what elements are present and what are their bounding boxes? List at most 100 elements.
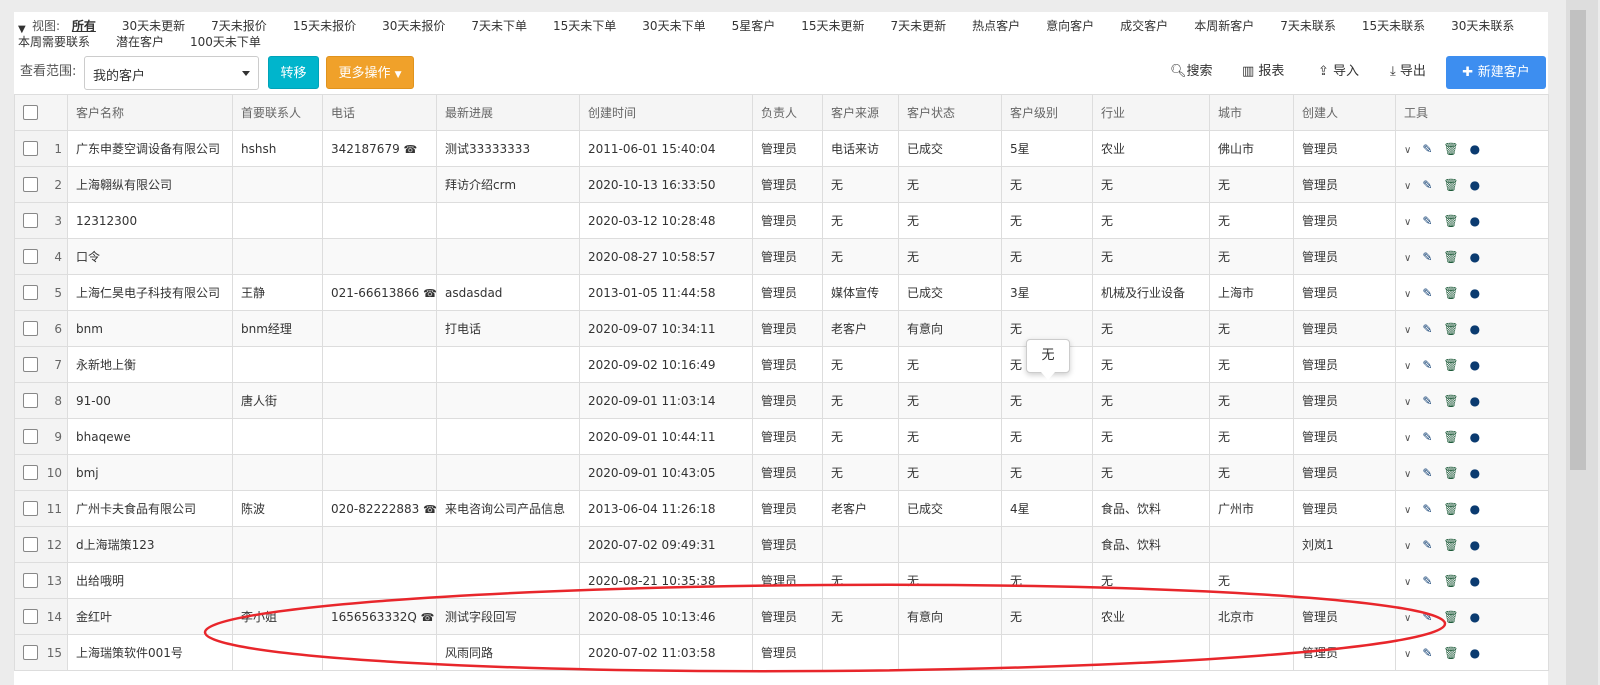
- cell[interactable]: 金红叶: [67, 598, 233, 635]
- cell[interactable]: bmj: [67, 454, 233, 491]
- cell[interactable]: 上海瑞策软件001号: [67, 634, 233, 671]
- new-customer-button[interactable]: ✚ 新建客户: [1446, 56, 1546, 89]
- comment-icon[interactable]: ●: [1470, 178, 1480, 192]
- comment-icon[interactable]: ●: [1470, 358, 1480, 372]
- cell[interactable]: 广东申菱空调设备有限公司: [67, 130, 233, 167]
- comment-icon[interactable]: ●: [1470, 286, 1480, 300]
- table-row[interactable]: 13 出给哦明 2020-08-21 10:35:38 管理员 无 无 无 无 无 ∨ ✎ 🗑︎ ●: [14, 562, 1549, 599]
- cell[interactable]: d上海瑞策123: [67, 526, 233, 563]
- view-item[interactable]: 7天未报价: [211, 19, 267, 33]
- trash-icon[interactable]: 🗑︎: [1443, 214, 1458, 228]
- column-header[interactable]: 创建人: [1293, 94, 1396, 131]
- report-button[interactable]: ▥ 报表: [1242, 62, 1284, 82]
- comment-icon[interactable]: ●: [1470, 538, 1480, 552]
- edit-icon[interactable]: ✎: [1422, 610, 1432, 624]
- chevron-down-icon[interactable]: ∨: [1404, 361, 1411, 372]
- row-checkbox[interactable]: [23, 141, 38, 156]
- table-row[interactable]: 10 bmj 2020-09-01 10:43:05 管理员 无 无 无 无 无 管理员 ∨ ✎ 🗑︎ ●: [14, 454, 1549, 491]
- row-checkbox[interactable]: [23, 573, 38, 588]
- table-row[interactable]: 11 广州卡夫食品有限公司 陈波 020-82222883 ☎︎ 来电咨询公司产品信息 2…: [14, 490, 1549, 527]
- chevron-down-icon[interactable]: ∨: [1404, 325, 1411, 336]
- row-checkbox[interactable]: [23, 609, 38, 624]
- view-item[interactable]: 7天未下单: [471, 19, 527, 33]
- view-item[interactable]: 15天未报价: [293, 19, 356, 33]
- table-row[interactable]: 1 广东申菱空调设备有限公司 hshsh 342187679 ☎︎ 测试33333333…: [14, 130, 1549, 167]
- view-item[interactable]: 7天未更新: [891, 19, 947, 33]
- comment-icon[interactable]: ●: [1470, 646, 1480, 660]
- edit-icon[interactable]: ✎: [1422, 286, 1432, 300]
- view-item[interactable]: 30天未联系: [1451, 19, 1514, 33]
- column-header[interactable]: 电话: [322, 94, 437, 131]
- edit-icon[interactable]: ✎: [1422, 538, 1432, 552]
- edit-icon[interactable]: ✎: [1422, 214, 1432, 228]
- comment-icon[interactable]: ●: [1470, 250, 1480, 264]
- edit-icon[interactable]: ✎: [1422, 250, 1432, 264]
- chevron-down-icon[interactable]: ∨: [1404, 541, 1411, 552]
- table-row[interactable]: 9 bhaqewe 2020-09-01 10:44:11 管理员 无 无 无 无 无 管理员 ∨ ✎…: [14, 418, 1549, 455]
- edit-icon[interactable]: ✎: [1422, 466, 1432, 480]
- trash-icon[interactable]: 🗑︎: [1443, 394, 1458, 408]
- transfer-button[interactable]: 转移: [268, 56, 319, 89]
- column-header[interactable]: 客户名称: [67, 94, 233, 131]
- trash-icon[interactable]: 🗑︎: [1443, 430, 1458, 444]
- comment-icon[interactable]: ●: [1470, 466, 1480, 480]
- edit-icon[interactable]: ✎: [1422, 142, 1432, 156]
- comment-icon[interactable]: ●: [1470, 142, 1480, 156]
- edit-icon[interactable]: ✎: [1422, 394, 1432, 408]
- import-button[interactable]: ⇪ 导入: [1318, 62, 1359, 82]
- view-item[interactable]: 本周新客户: [1194, 19, 1254, 33]
- phone-icon[interactable]: ☎︎: [423, 503, 435, 516]
- chevron-down-icon[interactable]: ∨: [1404, 649, 1411, 660]
- table-row[interactable]: 8 91-00 唐人街 2020-09-01 11:03:14 管理员 无 无 无 无 无 管理员 ∨…: [14, 382, 1549, 419]
- cell[interactable]: 永新地上衡: [67, 346, 233, 383]
- cell[interactable]: 出给哦明: [67, 562, 233, 599]
- view-item[interactable]: 所有: [72, 19, 96, 33]
- comment-icon[interactable]: ●: [1470, 430, 1480, 444]
- chevron-down-icon[interactable]: ∨: [1404, 145, 1411, 156]
- cell[interactable]: 91-00: [67, 382, 233, 419]
- view-item[interactable]: 热点客户: [972, 19, 1020, 33]
- scrollbar-thumb[interactable]: [1570, 10, 1586, 470]
- row-checkbox[interactable]: [23, 177, 38, 192]
- column-header[interactable]: 负责人: [752, 94, 823, 131]
- view-item[interactable]: 15天未下单: [553, 19, 616, 33]
- table-row[interactable]: 5 上海仁昊电子科技有限公司 王静 021-66613866 ☎︎ asdasdad 20…: [14, 274, 1549, 311]
- column-header[interactable]: 客户来源: [822, 94, 899, 131]
- comment-icon[interactable]: ●: [1470, 574, 1480, 588]
- cell[interactable]: bhaqewe: [67, 418, 233, 455]
- chevron-down-icon[interactable]: ∨: [1404, 469, 1411, 480]
- cell[interactable]: 广州卡夫食品有限公司: [67, 490, 233, 527]
- chevron-down-icon[interactable]: ∨: [1404, 181, 1411, 192]
- edit-icon[interactable]: ✎: [1422, 178, 1432, 192]
- chevron-down-icon[interactable]: ∨: [1404, 397, 1411, 408]
- trash-icon[interactable]: 🗑︎: [1443, 358, 1458, 372]
- edit-icon[interactable]: ✎: [1422, 502, 1432, 516]
- comment-icon[interactable]: ●: [1470, 394, 1480, 408]
- trash-icon[interactable]: 🗑︎: [1443, 322, 1458, 336]
- edit-icon[interactable]: ✎: [1422, 322, 1432, 336]
- trash-icon[interactable]: 🗑︎: [1443, 574, 1458, 588]
- chevron-down-icon[interactable]: ∨: [1404, 289, 1411, 300]
- search-button[interactable]: 🔍︎搜索: [1170, 62, 1213, 82]
- table-row[interactable]: 14 金红叶 李小姐 1656563332Q ☎︎ 测试字段回写 2020-08-05 1…: [14, 598, 1549, 635]
- table-row[interactable]: 12 d上海瑞策123 2020-07-02 09:49:31 管理员 食品、饮料 刘岚1…: [14, 526, 1549, 563]
- row-checkbox[interactable]: [23, 501, 38, 516]
- phone-icon[interactable]: ☎︎: [404, 143, 418, 156]
- row-checkbox[interactable]: [23, 249, 38, 264]
- view-item[interactable]: 意向客户: [1046, 19, 1094, 33]
- cell[interactable]: 口令: [67, 238, 233, 275]
- column-header[interactable]: 客户状态: [898, 94, 1002, 131]
- trash-icon[interactable]: 🗑︎: [1443, 142, 1458, 156]
- view-item[interactable]: 30天未下单: [642, 19, 705, 33]
- more-actions-button[interactable]: 更多操作 ▼: [326, 56, 414, 89]
- view-item[interactable]: 30天未报价: [382, 19, 445, 33]
- select-all-checkbox[interactable]: [23, 105, 38, 120]
- edit-icon[interactable]: ✎: [1422, 646, 1432, 660]
- cell[interactable]: 12312300: [67, 202, 233, 239]
- column-header[interactable]: 客户级别: [1001, 94, 1093, 131]
- chevron-down-icon[interactable]: ∨: [1404, 577, 1411, 588]
- chevron-down-icon[interactable]: ∨: [1404, 505, 1411, 516]
- export-button[interactable]: ⤓ 导出: [1390, 62, 1426, 82]
- edit-icon[interactable]: ✎: [1422, 574, 1432, 588]
- view-item[interactable]: 本周需要联系: [18, 35, 90, 49]
